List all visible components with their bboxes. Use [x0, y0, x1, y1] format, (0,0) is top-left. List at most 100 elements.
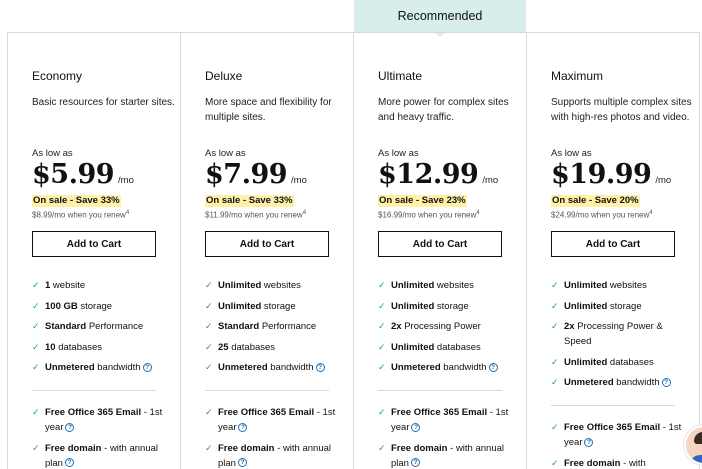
extra-item: ✓ Free Office 365 Email - 1st year?	[378, 405, 518, 435]
extras-list: ✓ Free Office 365 Email - 1st year? ✓ Free …	[205, 405, 345, 469]
help-circle-icon[interactable]: ?	[65, 422, 75, 432]
feature-text: databases	[607, 356, 654, 368]
feature-strong: Unlimited	[564, 300, 608, 312]
help-circle-icon[interactable]: ?	[411, 422, 421, 432]
extras-list: ✓ Free Office 365 Email - 1st year? ✓ Free …	[378, 405, 518, 469]
price-row: $5.99/mo	[32, 160, 180, 190]
extra-item: ✓ Free Office 365 Email - 1st year?	[205, 405, 345, 435]
help-circle-icon[interactable]: ?	[661, 377, 671, 387]
check-icon: ✓	[551, 457, 559, 468]
plan-card-ultimate: Ultimate More power for complex sites and…	[354, 33, 527, 469]
feature-item: ✓ Unmetered bandwidth?	[205, 360, 345, 375]
check-icon: ✓	[378, 321, 386, 331]
check-icon: ✓	[551, 280, 559, 290]
feature-item: ✓ Unlimited storage	[551, 299, 691, 314]
check-icon: ✓	[378, 341, 386, 352]
feature-strong: Unlimited	[218, 280, 262, 291]
renewal-text: $8.99/mo when you renew	[32, 210, 126, 220]
feature-item: ✓ 10 databases	[32, 340, 172, 355]
feature-item: ✓ Unlimited storage	[205, 299, 345, 314]
check-icon: ✓	[378, 362, 386, 372]
pricing-plans: Economy Basic resources for starter sites…	[7, 32, 700, 469]
price: $12.99	[378, 159, 479, 190]
feature-text: storage	[77, 300, 113, 312]
feature-list: ✓ Unlimited websites ✓ Unlimited storage ✓ 2x…	[551, 278, 691, 396]
feature-strong: Unmetered	[218, 362, 268, 373]
help-circle-icon[interactable]: ?	[238, 422, 248, 432]
help-circle-icon[interactable]: ?	[315, 362, 325, 372]
price: $5.99	[32, 159, 115, 190]
price: $19.99	[551, 159, 652, 190]
extra-text: - with	[620, 457, 646, 469]
check-icon: ✓	[205, 362, 213, 372]
check-icon: ✓	[205, 300, 213, 311]
extra-item: ✓ Free domain - with annual plan?	[378, 441, 518, 469]
feature-strong: 25	[218, 341, 229, 353]
add-to-cart-button[interactable]: Add to Cart	[378, 231, 502, 257]
feature-text: bandwidth	[440, 362, 487, 373]
check-icon: ✓	[378, 442, 386, 453]
renewal-text: $24.99/mo when you renew	[551, 210, 650, 220]
feature-list: ✓ Unlimited websites ✓ Unlimited storage ✓ St…	[205, 278, 345, 381]
feature-item: ✓ 1 website	[32, 278, 172, 293]
feature-item: ✓ Unmetered bandwidth?	[551, 375, 691, 390]
plan-name: Economy	[32, 69, 83, 83]
feature-strong: 100 GB	[45, 300, 78, 312]
help-circle-icon[interactable]: ?	[410, 458, 420, 468]
feature-text: databases	[434, 341, 481, 353]
feature-item: ✓ Unlimited websites	[551, 278, 691, 293]
feature-text: websites	[434, 280, 474, 291]
feature-strong: Unmetered	[391, 362, 441, 373]
renewal-price: $8.99/mo when you renew4	[32, 210, 180, 225]
add-to-cart-button[interactable]: Add to Cart	[551, 231, 675, 257]
plan-name: Deluxe	[205, 69, 243, 83]
check-icon: ✓	[378, 280, 386, 290]
extra-strong: Free Office 365 Email	[391, 407, 488, 418]
check-icon: ✓	[205, 280, 213, 290]
feature-text: Processing Power & Speed	[564, 321, 663, 347]
check-icon: ✓	[378, 407, 386, 417]
check-icon: ✓	[32, 321, 40, 331]
add-to-cart-button[interactable]: Add to Cart	[32, 231, 156, 257]
add-to-cart-button[interactable]: Add to Cart	[205, 231, 329, 257]
plan-card-deluxe: Deluxe More space and flexibility for mul…	[181, 33, 354, 469]
feature-item: ✓ Unlimited websites	[205, 278, 345, 293]
feature-strong: 2x	[391, 321, 402, 332]
help-circle-icon[interactable]: ?	[488, 362, 498, 372]
price-period: /mo	[118, 175, 134, 186]
extra-item: ✓ Free Office 365 Email - 1st year?	[32, 405, 172, 435]
feature-text: bandwidth	[94, 362, 141, 373]
feature-strong: Unlimited	[391, 341, 435, 353]
check-icon: ✓	[378, 300, 386, 311]
plan-description: Supports multiple complex sites with hig…	[551, 97, 692, 123]
recommended-label: Recommended	[397, 9, 483, 23]
plan-card-maximum: Maximum Supports multiple complex sites w…	[527, 33, 700, 469]
feature-strong: Unmetered	[564, 377, 614, 388]
feature-strong: Standard	[45, 321, 87, 332]
feature-text: Performance	[86, 321, 144, 332]
sale-badge: On sale - Save 33%	[205, 195, 294, 207]
price: $7.99	[205, 159, 288, 190]
help-circle-icon[interactable]: ?	[584, 437, 594, 447]
feature-item: ✓ Unlimited databases	[551, 355, 691, 370]
footnote-marker: 4	[476, 210, 480, 216]
feature-item: ✓ 2x Processing Power	[378, 319, 518, 334]
price-row: $12.99/mo	[378, 160, 526, 190]
check-icon: ✓	[551, 321, 559, 331]
feature-text: websites	[261, 280, 301, 291]
feature-strong: 10	[45, 341, 56, 353]
plan-description: More power for complex sites and heavy t…	[378, 97, 509, 123]
feature-text: storage	[434, 300, 469, 312]
check-icon: ✓	[32, 407, 40, 417]
help-circle-icon[interactable]: ?	[64, 458, 74, 468]
footnote-marker: 4	[302, 210, 307, 216]
check-icon: ✓	[205, 407, 213, 417]
help-circle-icon[interactable]: ?	[142, 362, 152, 372]
feature-text: databases	[55, 341, 103, 353]
feature-strong: Unlimited	[564, 280, 608, 291]
help-circle-icon[interactable]: ?	[237, 458, 247, 468]
sale-badge: On sale - Save 33%	[32, 195, 121, 207]
recommended-banner: Recommended	[354, 0, 526, 32]
check-icon: ✓	[551, 356, 559, 367]
check-icon: ✓	[205, 341, 213, 352]
